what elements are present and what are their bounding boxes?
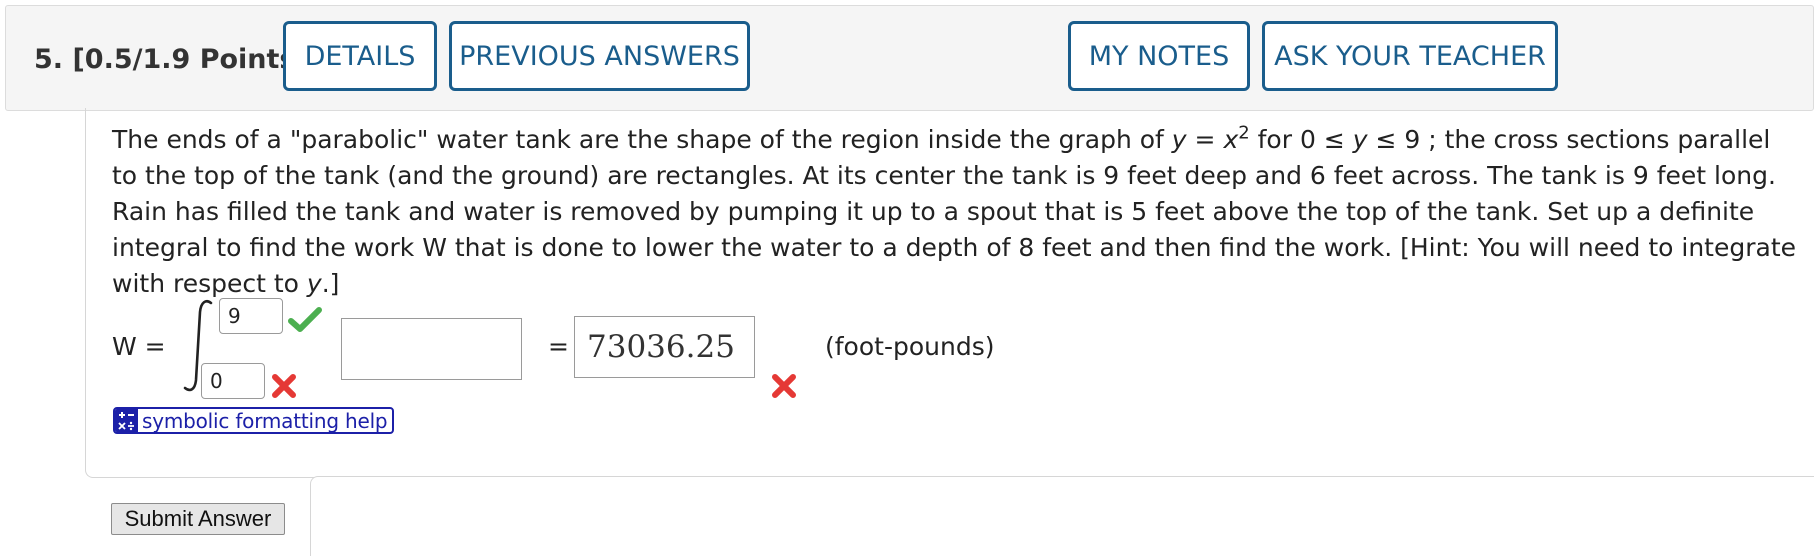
question-points: [0.5/1.9 Points]	[72, 44, 308, 75]
math-x: x	[1223, 125, 1239, 154]
equals-sign: =	[548, 332, 569, 361]
question-header: 5. [0.5/1.9 Points] DETAILS PREVIOUS ANS…	[5, 5, 1814, 111]
previous-answers-button[interactable]: PREVIOUS ANSWERS	[449, 21, 750, 91]
lower-limit-input[interactable]	[201, 363, 265, 399]
hint-variable: y	[306, 269, 322, 298]
work-label: W =	[112, 332, 166, 361]
symbolic-formatting-help-label: symbolic formatting help	[142, 408, 388, 433]
question-number: 5.	[34, 44, 64, 75]
details-button[interactable]: DETAILS	[283, 21, 437, 91]
my-notes-button[interactable]: MY NOTES	[1068, 21, 1250, 91]
panel-divider	[310, 476, 1814, 556]
lower-limit-incorrect-icon	[272, 374, 296, 398]
symbolic-formatting-help-button[interactable]: symbolic formatting help	[113, 407, 394, 434]
ask-your-teacher-button[interactable]: ASK YOUR TEACHER	[1262, 21, 1558, 91]
math-exponent: 2	[1238, 122, 1250, 144]
work-answer-input[interactable]	[574, 316, 755, 378]
math-y: y	[1171, 125, 1187, 154]
question-title: 5. [0.5/1.9 Points]	[34, 44, 308, 75]
math-symbols-icon	[115, 409, 138, 432]
problem-statement: The ends of a "parabolic" water tank are…	[112, 122, 1797, 298]
answer-incorrect-icon	[772, 374, 796, 398]
units-label: (foot-pounds)	[825, 332, 995, 361]
submit-answer-button[interactable]: Submit Answer	[111, 503, 285, 535]
integrand-input[interactable]	[341, 318, 522, 380]
upper-limit-input[interactable]	[219, 298, 283, 334]
correct-check-icon	[288, 307, 322, 332]
